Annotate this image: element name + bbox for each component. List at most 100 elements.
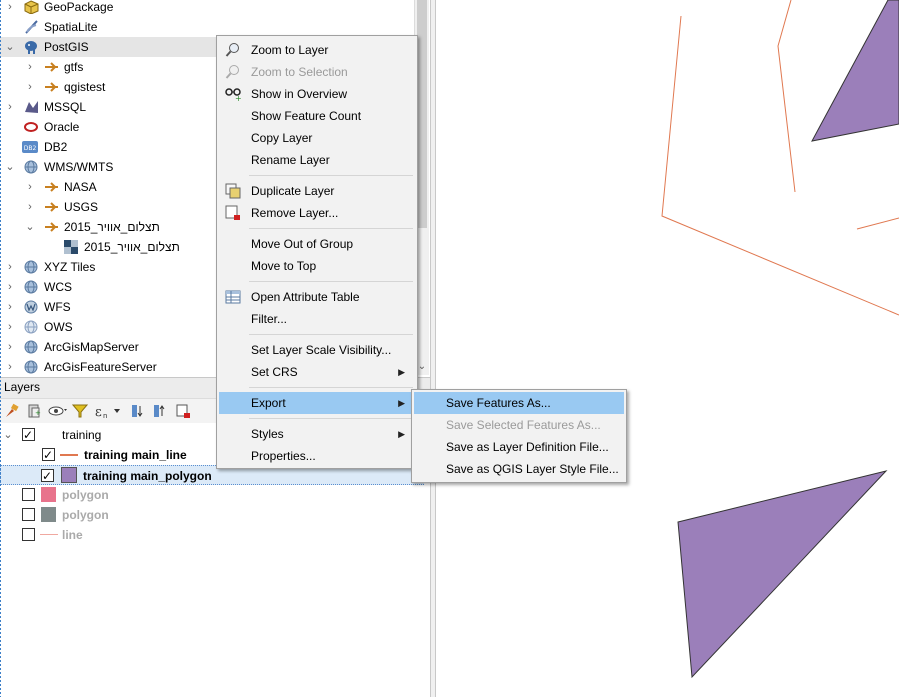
menu-item-save-selected-features-as[interactable]: Save Selected Features As... <box>414 414 624 436</box>
browser-item-label: SpatiaLite <box>44 20 98 34</box>
add-group-icon[interactable]: + <box>26 403 42 419</box>
layer-visibility-checkbox[interactable] <box>22 425 35 445</box>
polygon-feature <box>677 470 888 679</box>
globe-icon <box>24 260 39 274</box>
connection-icon <box>44 180 59 194</box>
browser-item-label: MSSQL <box>44 100 87 114</box>
expand-arrow-icon[interactable]: › <box>4 337 16 357</box>
svg-text:+: + <box>235 94 242 102</box>
map-features <box>661 0 899 679</box>
browser-item-label: ArcGisMapServer <box>44 340 139 354</box>
layer-item-polygon-2[interactable]: polygon <box>0 505 430 525</box>
layer-visibility-checkbox[interactable] <box>22 488 35 501</box>
expand-all-icon[interactable] <box>130 403 146 419</box>
menu-item-zoom-to-layer[interactable]: Zoom to Layer <box>219 39 415 61</box>
layer-label: polygon <box>62 488 109 502</box>
menu-item-rename-layer[interactable]: Rename Layer <box>219 149 415 171</box>
menu-separator <box>249 387 413 388</box>
menu-item-filter[interactable]: Filter... <box>219 308 415 330</box>
menu-item-move-to-top[interactable]: Move to Top <box>219 255 415 277</box>
dock-drop-indicator <box>0 0 1 697</box>
style-manager-icon[interactable] <box>4 403 20 419</box>
polygon-symbol-icon <box>61 467 77 483</box>
menu-item-properties[interactable]: Properties... <box>219 445 415 467</box>
menu-separator <box>249 175 413 176</box>
layer-label: polygon <box>62 508 109 522</box>
menu-item-zoom-to-selection[interactable]: Zoom to Selection <box>219 61 415 83</box>
expand-arrow-icon[interactable]: › <box>4 97 16 117</box>
layer-item-line[interactable]: line <box>0 525 430 545</box>
layer-visibility-checkbox[interactable] <box>41 466 54 486</box>
layer-label: line <box>62 528 83 542</box>
attribute-table-icon <box>225 289 241 305</box>
menu-separator <box>249 418 413 419</box>
collapse-arrow-icon[interactable]: ⌄ <box>4 157 16 177</box>
layer-visibility-checkbox[interactable] <box>22 528 35 541</box>
map-canvas[interactable] <box>436 0 899 697</box>
connection-icon <box>44 60 59 74</box>
export-submenu: Save Features As... Save Selected Featur… <box>411 389 627 483</box>
expand-arrow-icon[interactable]: › <box>4 277 16 297</box>
globe-icon <box>24 320 39 334</box>
layer-item-polygon-1[interactable]: polygon <box>0 485 430 505</box>
menu-item-save-features-as[interactable]: Save Features As... <box>414 392 624 414</box>
expand-arrow-icon[interactable]: › <box>4 357 16 375</box>
menu-item-save-layer-definition[interactable]: Save as Layer Definition File... <box>414 436 624 458</box>
menu-item-open-attribute-table[interactable]: Open Attribute Table <box>219 286 415 308</box>
browser-item-label: WCS <box>44 280 72 294</box>
wfs-icon <box>24 300 39 314</box>
layers-panel-title: Layers <box>4 380 41 394</box>
layer-visibility-checkbox[interactable] <box>42 445 55 465</box>
layer-label: training main_polygon <box>83 469 212 483</box>
duplicate-layer-icon <box>225 183 241 199</box>
collapse-all-icon[interactable] <box>152 403 168 419</box>
globe-icon <box>24 280 39 294</box>
menu-item-remove-layer[interactable]: Remove Layer... <box>219 202 415 224</box>
mssql-icon <box>24 100 39 114</box>
expand-arrow-icon[interactable]: › <box>24 177 36 197</box>
browser-item-label: PostGIS <box>44 40 89 54</box>
expand-arrow-icon[interactable]: › <box>4 317 16 337</box>
menu-item-show-in-overview[interactable]: + Show in Overview <box>219 83 415 105</box>
expression-filter-icon[interactable]: εn <box>94 403 122 420</box>
expand-arrow-icon[interactable]: › <box>4 297 16 317</box>
menu-item-show-feature-count[interactable]: Show Feature Count <box>219 105 415 127</box>
scrollbar-thumb[interactable] <box>417 0 427 228</box>
remove-layer-icon[interactable] <box>175 403 191 419</box>
zoom-to-selection-icon <box>225 64 241 80</box>
expand-arrow-icon[interactable]: › <box>24 57 36 77</box>
menu-item-export[interactable]: Export ▶ <box>219 392 415 414</box>
filter-icon[interactable] <box>71 403 89 419</box>
expand-arrow-icon[interactable]: › <box>24 77 36 97</box>
globe-icon <box>24 360 39 374</box>
expand-arrow-icon[interactable]: › <box>24 197 36 217</box>
menu-item-save-qgis-layer-style[interactable]: Save as QGIS Layer Style File... <box>414 458 624 480</box>
collapse-arrow-icon[interactable]: ⌄ <box>4 37 16 57</box>
menu-item-move-out-of-group[interactable]: Move Out of Group <box>219 233 415 255</box>
menu-item-duplicate-layer[interactable]: Duplicate Layer <box>219 180 415 202</box>
connection-icon <box>44 200 59 214</box>
browser-item-label: USGS <box>64 200 99 214</box>
oracle-icon <box>24 120 39 134</box>
expand-arrow-icon[interactable]: › <box>4 0 16 17</box>
menu-separator <box>249 281 413 282</box>
submenu-arrow-icon: ▶ <box>398 398 405 408</box>
svg-text:ε: ε <box>95 405 102 419</box>
expand-arrow-icon[interactable]: › <box>4 257 16 277</box>
layer-label: training <box>62 428 102 442</box>
browser-item-label: WFS <box>44 300 71 314</box>
layer-visibility-checkbox[interactable] <box>22 508 35 521</box>
menu-item-set-crs[interactable]: Set CRS ▶ <box>219 361 415 383</box>
browser-item-label: WMS/WMTS <box>44 160 114 174</box>
menu-separator <box>249 334 413 335</box>
menu-item-copy-layer[interactable]: Copy Layer <box>219 127 415 149</box>
browser-item-label: XYZ Tiles <box>44 260 96 274</box>
menu-item-set-layer-scale-visibility[interactable]: Set Layer Scale Visibility... <box>219 339 415 361</box>
line-symbol-icon <box>60 454 78 456</box>
browser-item-label: ArcGisFeatureServer <box>44 360 157 374</box>
collapse-arrow-icon[interactable]: ⌄ <box>24 217 36 237</box>
menu-separator <box>249 228 413 229</box>
collapse-arrow-icon[interactable]: ⌄ <box>2 425 14 445</box>
visibility-eye-icon[interactable] <box>48 403 70 419</box>
menu-item-styles[interactable]: Styles ▶ <box>219 423 415 445</box>
